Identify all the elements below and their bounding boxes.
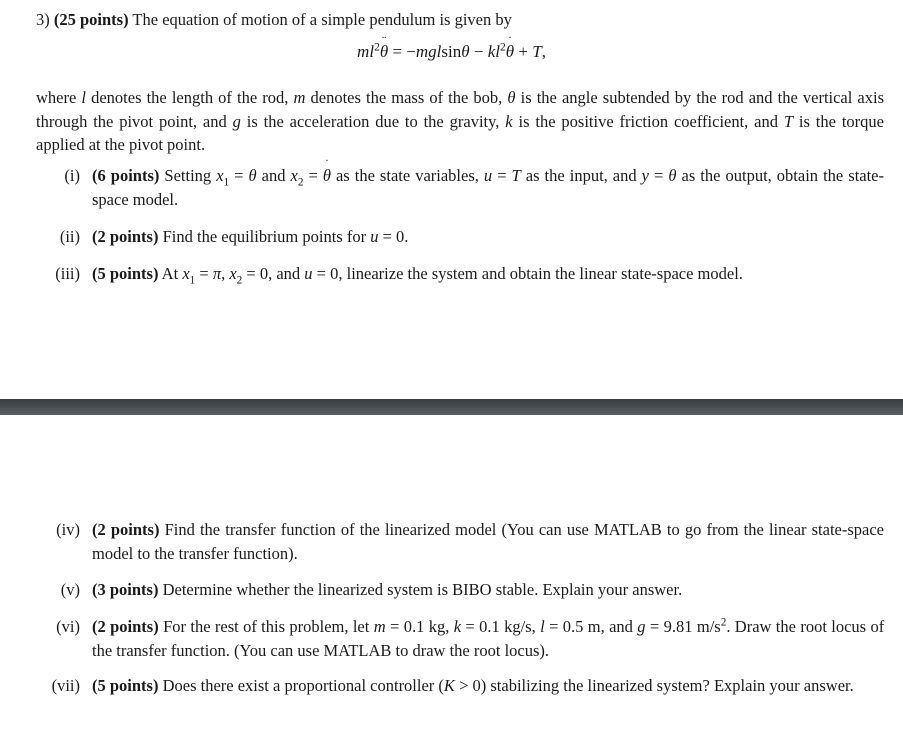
problem-points: (25 points) bbox=[53, 10, 129, 29]
list-item-v: (v) (3 points) Determine whether the lin… bbox=[36, 578, 884, 602]
list-item-iii: (iii) (5 points) At x1 = π, x2 = 0, and … bbox=[36, 262, 884, 286]
list-marker-iv: (iv) bbox=[56, 520, 80, 539]
list-marker-vii: (vii) bbox=[51, 676, 80, 695]
list-item-vi: (vi) (2 points) For the rest of this pro… bbox=[36, 615, 884, 662]
list-marker-ii: (ii) bbox=[59, 227, 80, 246]
points-iv: (2 points) bbox=[92, 520, 160, 539]
problem-heading: 3) (25 points) The equation of motion of… bbox=[36, 8, 884, 32]
equation-rendered: ml2 ¨ θ = −mglsinθ − kl2 ˙ θ + T, bbox=[357, 34, 546, 61]
list-marker-iii: (iii) bbox=[55, 264, 80, 283]
document-page: 3) (25 points) The equation of motion of… bbox=[0, 0, 903, 735]
dark-gradient-separator-bar bbox=[0, 399, 903, 415]
points-v: (3 points) bbox=[92, 580, 159, 599]
list-body-iv: (2 points) Find the transfer function of… bbox=[92, 520, 885, 563]
list-body-ii: (2 points) Find the equilibrium points f… bbox=[92, 227, 409, 246]
list-marker-v: (v) bbox=[60, 580, 80, 599]
equation-of-motion: ml2 ¨ θ = −mglsinθ − kl2 ˙ θ + T, bbox=[0, 34, 903, 62]
list-body-iii: (5 points) At x1 = π, x2 = 0, and u = 0,… bbox=[92, 264, 743, 287]
list-item-vii: (vii) (5 points) Does there exist a prop… bbox=[36, 674, 884, 698]
points-i: (6 points) bbox=[92, 166, 160, 185]
list-body-i: (6 points) Setting x1 = θ and x2 = ˙ θ as… bbox=[92, 156, 884, 209]
list-marker-vi: (vi) bbox=[56, 617, 80, 636]
list-marker-i: (i) bbox=[64, 166, 80, 185]
list-item-ii: (ii) (2 points) Find the equilibrium poi… bbox=[36, 225, 884, 249]
list-body-v: (3 points) Determine whether the lineari… bbox=[92, 580, 683, 599]
problem-number: 3) bbox=[36, 10, 50, 29]
list-body-vi: (2 points) For the rest of this problem,… bbox=[92, 616, 885, 660]
points-iii: (5 points) bbox=[92, 264, 159, 283]
points-vii: (5 points) bbox=[92, 676, 159, 695]
points-ii: (2 points) bbox=[92, 227, 159, 246]
list-item-iv: (iv) (2 points) Find the transfer functi… bbox=[36, 518, 884, 565]
problem-statement: The equation of motion of a simple pendu… bbox=[132, 10, 512, 29]
list-item-i: (i) (6 points) Setting x1 = θ and x2 = ˙… bbox=[36, 156, 884, 211]
where-paragraph: where l denotes the length of the rod, m… bbox=[36, 88, 885, 154]
list-body-vii: (5 points) Does there exist a proportion… bbox=[92, 676, 854, 695]
points-vi: (2 points) bbox=[92, 617, 159, 636]
